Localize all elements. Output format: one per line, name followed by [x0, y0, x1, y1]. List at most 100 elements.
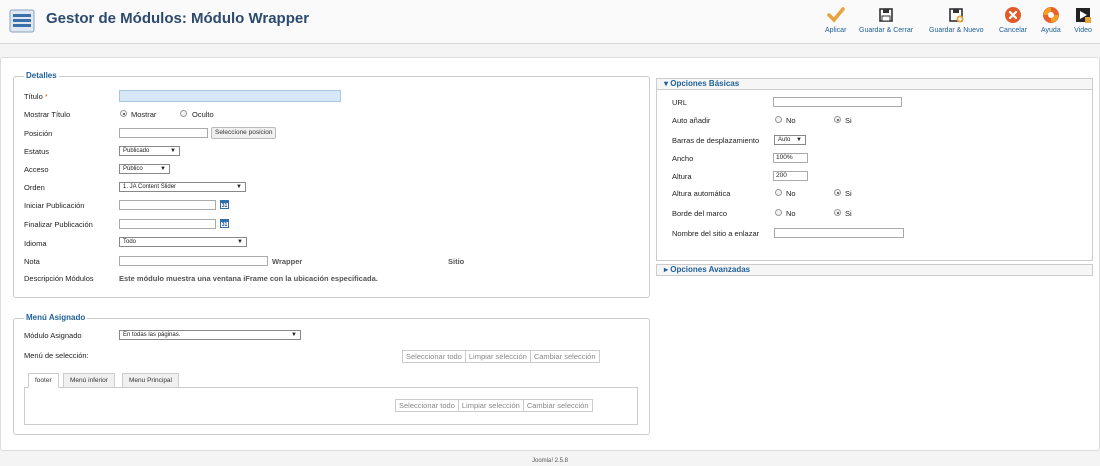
details-fieldset: Detalles — [13, 71, 650, 298]
save-close-button[interactable]: Guardar & Cerrar — [859, 6, 913, 34]
assigned-module-label: Módulo Asignado — [24, 331, 82, 340]
height-input[interactable]: 200 — [773, 171, 808, 181]
order-value: 1. JA Content Slider — [123, 184, 177, 190]
apply-button[interactable]: Aplicar — [825, 6, 846, 34]
select-position-button[interactable]: Seleccione posicion — [211, 127, 277, 139]
details-legend: Detalles — [24, 71, 59, 80]
position-label: Posición — [24, 129, 53, 138]
calendar-day: 31 — [221, 203, 228, 209]
menu-assignment-legend: Menú Asignado — [24, 313, 88, 322]
floppy-plus-icon — [949, 8, 964, 23]
tab-selection-button-group: Seleccionar todo Limpiar selección Cambi… — [395, 399, 593, 412]
auto-add-radio-no[interactable] — [775, 116, 782, 123]
auto-height-radio-no[interactable] — [775, 189, 782, 196]
checkmark-icon — [826, 7, 845, 23]
scrollbars-select[interactable]: Auto ▼ — [774, 135, 806, 145]
module-manager-icon — [9, 9, 35, 33]
frame-border-yes-label: Si — [845, 209, 852, 218]
auto-add-radio-yes[interactable] — [834, 116, 841, 123]
target-name-label: Nombre del sitio a enlazar — [672, 229, 760, 238]
clear-selection-button[interactable]: Limpiar selección — [466, 351, 531, 362]
chevron-down-icon: ▼ — [160, 166, 166, 172]
show-title-label: Mostrar Título — [24, 110, 71, 119]
basic-options-title: Opciones Básicas — [670, 79, 740, 88]
basic-options-header[interactable]: ▾ Opciones Básicas — [656, 78, 1093, 90]
scrollbars-label: Barras de desplazamiento — [672, 136, 760, 145]
note-input[interactable] — [119, 256, 268, 266]
language-select[interactable]: Todo ▼ — [119, 237, 247, 247]
status-label: Estatus — [24, 147, 50, 156]
frame-border-radio-no[interactable] — [775, 209, 782, 216]
auto-height-radio-yes[interactable] — [834, 189, 841, 196]
video-button[interactable]: Video — [1074, 6, 1092, 34]
floppy-icon — [879, 8, 893, 22]
chevron-down-icon: ▼ — [796, 137, 802, 143]
clear-selection-button[interactable]: Limpiar selección — [459, 400, 524, 411]
advanced-options-title: Opciones Avanzadas — [670, 265, 751, 274]
show-title-radio-show[interactable] — [120, 110, 127, 117]
page-title: Gestor de Módulos: Módulo Wrapper — [46, 10, 310, 27]
publish-end-input[interactable] — [119, 219, 216, 229]
description-label: Descripción Módulos — [24, 274, 94, 283]
menu-selection-label: Menú de selección: — [24, 351, 89, 360]
auto-height-yes-label: Si — [845, 189, 852, 198]
client-text: Sitio — [448, 257, 465, 266]
frame-border-radio-yes[interactable] — [834, 209, 841, 216]
select-all-button[interactable]: Seleccionar todo — [396, 400, 459, 411]
position-input[interactable] — [119, 128, 208, 138]
calendar-icon[interactable]: 31 — [220, 200, 229, 209]
auto-add-label: Auto añadir — [672, 116, 711, 125]
title-input[interactable] — [119, 90, 341, 102]
auto-add-yes-label: Si — [845, 116, 852, 125]
publish-start-input[interactable] — [119, 200, 216, 210]
toggle-selection-button[interactable]: Cambiar selección — [531, 351, 599, 362]
width-input[interactable]: 100% — [773, 153, 808, 163]
help-label: Ayuda — [1041, 27, 1061, 34]
save-new-button[interactable]: Guardar & Nuevo — [929, 6, 983, 34]
order-select[interactable]: 1. JA Content Slider ▼ — [119, 182, 246, 192]
page-header: Gestor de Módulos: Módulo Wrapper Aplica… — [0, 0, 1100, 44]
lifebuoy-icon — [1042, 7, 1059, 23]
calendar-day: 31 — [221, 222, 228, 228]
cancel-button[interactable]: Cancelar — [999, 6, 1027, 34]
publish-end-label: Finalizar Publicación — [24, 220, 93, 229]
cancel-icon — [1005, 7, 1021, 23]
assigned-module-select[interactable]: En todas las páginas. ▼ — [119, 330, 301, 340]
description-text: Este módulo muestra una ventana iFrame c… — [119, 274, 378, 283]
access-label: Acceso — [24, 165, 49, 174]
width-label: Ancho — [672, 154, 694, 163]
scrollbars-value: Auto — [778, 137, 791, 143]
status-select[interactable]: Publicado ▼ — [119, 146, 180, 156]
advanced-options-header[interactable]: ▸ Opciones Avanzadas — [656, 264, 1093, 276]
toggle-selection-button[interactable]: Cambiar selección — [524, 400, 592, 411]
url-input[interactable] — [773, 97, 902, 107]
target-name-input[interactable] — [774, 228, 904, 238]
cancel-label: Cancelar — [999, 27, 1028, 34]
save-close-label: Guardar & Cerrar — [859, 27, 914, 34]
auto-height-label: Altura automática — [672, 189, 731, 198]
select-all-button[interactable]: Seleccionar todo — [403, 351, 466, 362]
calendar-icon[interactable]: 31 — [220, 219, 229, 228]
note-label: Nota — [24, 257, 40, 266]
module-type-text: Wrapper — [272, 257, 303, 266]
save-new-label: Guardar & Nuevo — [929, 27, 984, 34]
title-label-text: Título — [24, 92, 43, 101]
tab-menu-principal[interactable]: Menu Principal — [122, 373, 179, 388]
auto-add-no-label: No — [786, 116, 796, 125]
video-label: Video — [1074, 27, 1092, 34]
publish-start-label: Iniciar Publicación — [24, 201, 85, 210]
show-title-radio-hidden[interactable] — [180, 110, 187, 117]
chevron-down-icon: ▼ — [170, 148, 176, 154]
chevron-down-icon: ▼ — [237, 239, 243, 245]
order-label: Orden — [24, 183, 45, 192]
tab-menu-inferior[interactable]: Menú inferior — [63, 373, 115, 388]
frame-border-no-label: No — [786, 209, 796, 218]
help-button[interactable]: Ayuda — [1041, 6, 1061, 34]
auto-height-no-label: No — [786, 189, 796, 198]
access-select[interactable]: Público ▼ — [119, 164, 170, 174]
height-label: Altura — [672, 172, 692, 181]
chevron-down-icon: ▼ — [236, 184, 242, 190]
assigned-module-value: En todas las páginas. — [123, 332, 181, 338]
tab-footer[interactable]: footer — [28, 373, 59, 388]
apply-label: Aplicar — [825, 27, 847, 34]
